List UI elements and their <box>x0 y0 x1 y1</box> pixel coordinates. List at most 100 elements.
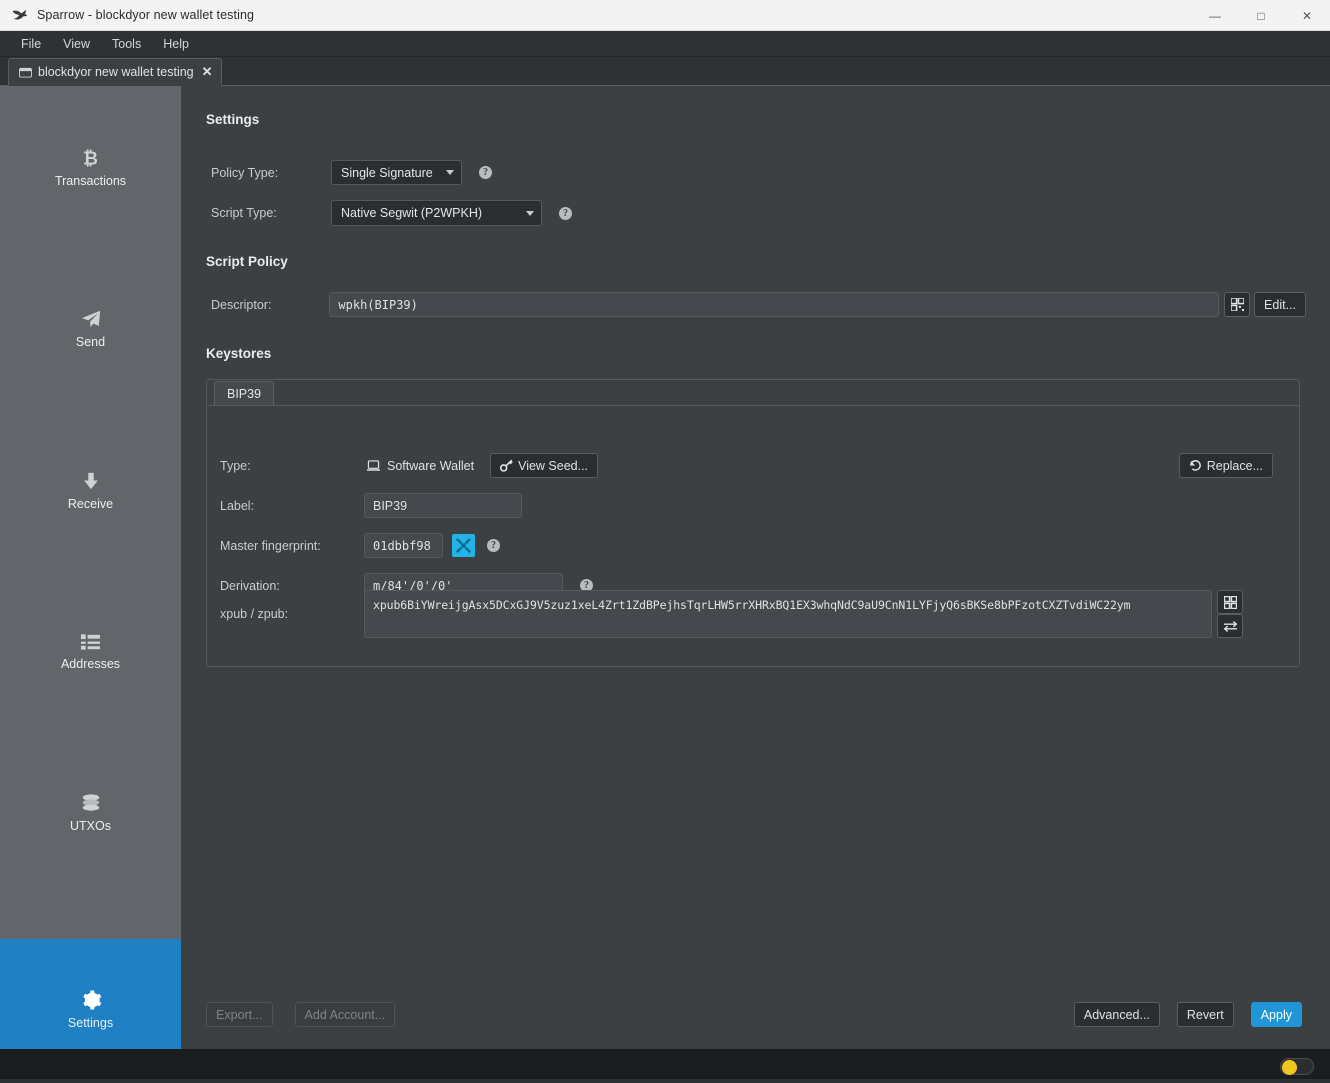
sidebar-item-utxos[interactable]: UTXOs <box>0 776 181 848</box>
master-fingerprint-label: Master fingerprint: <box>220 538 321 553</box>
script-policy-heading: Script Policy <box>206 254 288 269</box>
export-button[interactable]: Export... <box>206 1002 273 1027</box>
wallet-tab-strip: blockdyor new wallet testing ✕ <box>0 57 1330 86</box>
qr-code-icon <box>1223 595 1237 609</box>
wallet-tab-label: blockdyor new wallet testing <box>38 65 194 79</box>
settings-heading: Settings <box>206 112 260 127</box>
descriptor-row: Descriptor: wpkh(BIP39) Edit... <box>211 292 1306 317</box>
theme-toggle[interactable] <box>1280 1057 1314 1075</box>
send-paper-plane-icon <box>81 310 100 327</box>
sidebar-item-transactions[interactable]: ₿ Transactions <box>0 131 181 203</box>
sidebar-item-label: Receive <box>67 496 114 511</box>
minimize-button[interactable]: — <box>1192 0 1238 31</box>
footer-left-buttons: Export... Add Account... <box>206 1002 396 1027</box>
menu-item-file[interactable]: File <box>10 34 52 54</box>
descriptor-qr-button[interactable] <box>1224 292 1251 317</box>
title-bar: Sparrow - blockdyor new wallet testing —… <box>0 0 1330 31</box>
chevron-down-icon <box>446 170 454 175</box>
footer-right-buttons: Advanced... Revert Apply <box>1073 1002 1302 1027</box>
view-seed-button[interactable]: View Seed... <box>490 453 599 478</box>
script-type-help-icon[interactable]: ? <box>559 206 572 220</box>
apply-button[interactable]: Apply <box>1250 1002 1302 1027</box>
main-body: ₿ Transactions Send Receive Addresses UT… <box>0 86 1330 1079</box>
identicon-swatch-icon <box>452 534 475 557</box>
replace-label: Replace... <box>1206 458 1263 473</box>
close-button[interactable]: ✕ <box>1284 0 1330 31</box>
keystore-label-input[interactable]: BIP39 <box>364 493 522 518</box>
sidebar-item-label: UTXOs <box>70 818 111 833</box>
coins-stack-icon <box>82 793 99 811</box>
descriptor-edit-button[interactable]: Edit... <box>1254 292 1306 317</box>
master-fingerprint-row: Master fingerprint: 01dbbf98 ? <box>220 533 500 558</box>
derivation-label: Derivation: <box>220 578 280 593</box>
advanced-button[interactable]: Advanced... <box>1073 1002 1160 1027</box>
undo-arrow-icon <box>1189 459 1201 471</box>
script-type-row: Script Type: Native Segwit (P2WPKH) ? <box>211 200 572 226</box>
keystore-tabs: BIP39 <box>207 380 275 406</box>
swap-arrows-icon <box>1223 620 1237 632</box>
qr-code-icon <box>1230 298 1244 311</box>
keystore-type-row: Type: Software Wallet View Seed... Repla… <box>220 453 1285 478</box>
wallet-tab-close-icon[interactable]: ✕ <box>202 64 213 80</box>
sidebar-item-label: Send <box>75 334 106 349</box>
master-fingerprint-value: 01dbbf98 <box>373 538 431 553</box>
sidebar-item-label: Transactions <box>54 173 127 188</box>
revert-button[interactable]: Revert <box>1176 1002 1234 1027</box>
xpub-label-wrap: xpub / zpub: <box>220 607 365 621</box>
descriptor-label: Descriptor: <box>211 297 272 312</box>
keystore-tab-divider <box>207 405 1299 406</box>
master-fingerprint-input[interactable]: 01dbbf98 <box>364 533 443 558</box>
settings-pane: Settings Policy Type: Single Signature ?… <box>181 86 1330 1049</box>
sidebar-item-receive[interactable]: Receive <box>0 454 181 526</box>
policy-type-label: Policy Type: <box>211 165 279 180</box>
xpub-qr-button[interactable] <box>1217 590 1243 614</box>
wallet-tab[interactable]: blockdyor new wallet testing ✕ <box>8 58 222 86</box>
xpub-label: xpub / zpub: <box>220 607 289 621</box>
menu-item-tools[interactable]: Tools <box>101 34 152 54</box>
menu-item-view[interactable]: View <box>52 34 101 54</box>
policy-type-value: Single Signature <box>341 165 433 180</box>
wallet-icon <box>19 67 32 78</box>
replace-button[interactable]: Replace... <box>1178 453 1273 478</box>
menu-bar: File View Tools Help <box>0 31 1330 57</box>
svg-text:₿: ₿ <box>83 148 98 169</box>
download-arrow-icon <box>83 472 98 489</box>
policy-type-select[interactable]: Single Signature <box>331 160 462 185</box>
menu-item-help[interactable]: Help <box>152 34 200 54</box>
keystore-label-label: Label: <box>220 498 255 513</box>
maximize-button[interactable]: □ <box>1238 0 1284 31</box>
descriptor-value: wpkh(BIP39) <box>338 297 418 312</box>
keystore-tab-label: BIP39 <box>227 387 262 401</box>
bottom-edge <box>0 1079 1330 1083</box>
keystore-panel: BIP39 Type: Software Wallet View Seed...… <box>206 379 1300 667</box>
sidebar-item-send[interactable]: Send <box>0 292 181 364</box>
address-list-icon <box>80 633 101 650</box>
descriptor-field[interactable]: wpkh(BIP39) <box>329 292 1220 317</box>
policy-type-row: Policy Type: Single Signature ? <box>211 160 492 185</box>
script-type-select[interactable]: Native Segwit (P2WPKH) <box>331 200 542 226</box>
xpub-field[interactable]: xpub6BiYWreijgAsx5DCxGJ9V5zuz1xeL4Zrt1Zd… <box>364 590 1212 638</box>
chevron-down-icon <box>526 210 534 216</box>
window-controls: — □ ✕ <box>1192 0 1330 31</box>
sidebar-item-label: Addresses <box>60 656 121 671</box>
status-bar <box>0 1049 1330 1083</box>
policy-type-help-icon[interactable]: ? <box>479 166 492 179</box>
master-fingerprint-help-icon[interactable]: ? <box>487 539 500 552</box>
add-account-button[interactable]: Add Account... <box>294 1002 396 1027</box>
keystore-type-label: Type: <box>220 458 251 473</box>
keystores-heading: Keystores <box>206 346 272 361</box>
sidebar: ₿ Transactions Send Receive Addresses UT… <box>0 86 181 1079</box>
sparrow-wallet-window: Sparrow - blockdyor new wallet testing —… <box>0 0 1330 1083</box>
keystore-label-value: BIP39 <box>373 498 408 513</box>
view-seed-label: View Seed... <box>518 458 589 473</box>
keystore-label-row: Label: BIP39 <box>220 493 522 518</box>
gear-icon <box>82 989 101 1010</box>
script-type-value: Native Segwit (P2WPKH) <box>341 206 483 220</box>
sparrow-bird-icon <box>12 9 28 20</box>
keystore-tab-bip39[interactable]: BIP39 <box>214 381 275 406</box>
key-icon <box>500 459 513 472</box>
sidebar-item-addresses[interactable]: Addresses <box>0 615 181 687</box>
xpub-swap-button[interactable] <box>1217 614 1243 638</box>
bitcoin-icon: ₿ <box>83 148 98 169</box>
keystore-type-value: Software Wallet <box>387 458 475 473</box>
